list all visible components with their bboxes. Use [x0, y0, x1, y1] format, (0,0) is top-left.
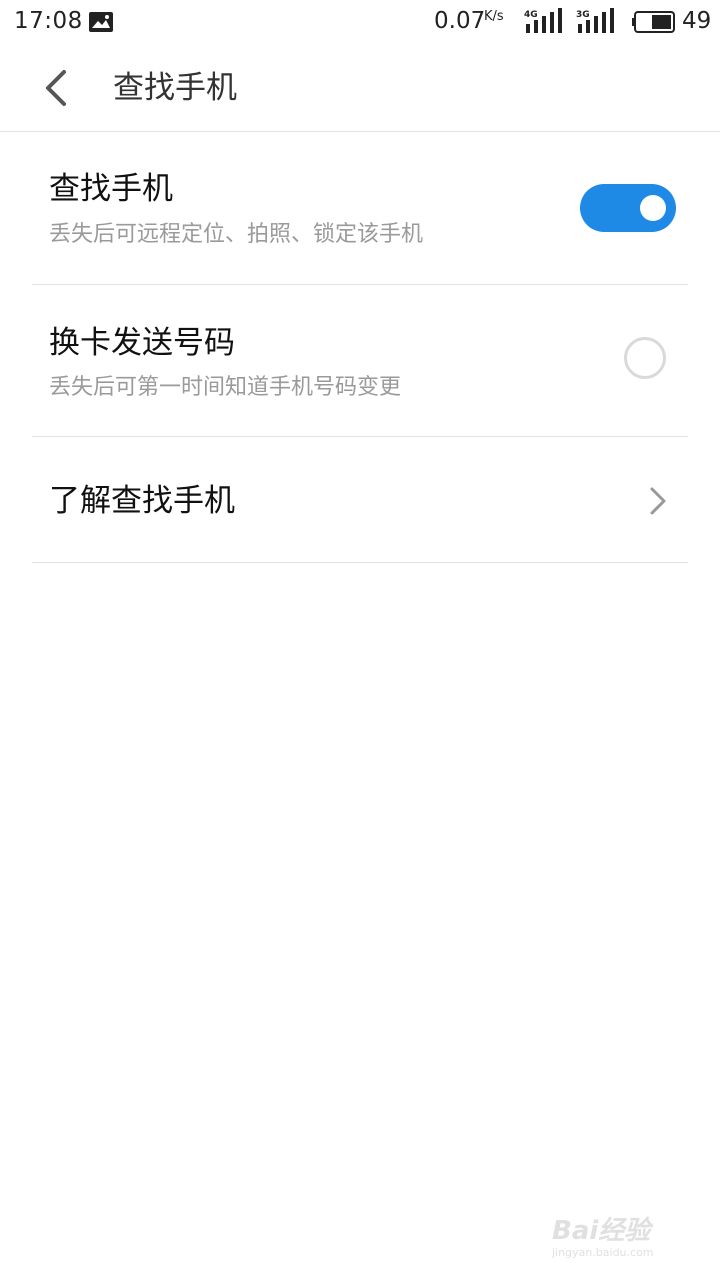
setting-title: 换卡发送号码 [49, 325, 235, 361]
back-button[interactable] [32, 64, 80, 112]
setting-title: 了解查找手机 [49, 483, 235, 519]
toggle-knob [640, 195, 666, 221]
sim-change-radio[interactable] [624, 337, 666, 379]
battery-icon [632, 11, 675, 33]
sim2-signal-icon: 3G [576, 8, 616, 34]
status-bar: 17:08 0.07 K/s 4G 3G 49 [0, 0, 720, 44]
settings-list: 查找手机 丢失后可远程定位、拍照、锁定该手机 换卡发送号码 丢失后可第一时间知道… [0, 132, 720, 563]
gallery-notification-icon [89, 12, 113, 32]
status-time: 17:08 [14, 8, 83, 34]
setting-find-phone[interactable]: 查找手机 丢失后可远程定位、拍照、锁定该手机 [32, 132, 688, 285]
top-app-bar: 查找手机 [0, 44, 720, 132]
sim1-network-type: 4G [524, 10, 538, 20]
watermark-logo-text: Bai经验 [552, 1216, 651, 1246]
network-speed-unit: K/s [484, 9, 504, 24]
battery-level: 49 [682, 8, 712, 34]
network-speed: 0.07 [434, 8, 486, 34]
back-chevron-icon [46, 70, 66, 106]
baidu-jingyan-watermark: Bai经验 jingyan.baidu.com [552, 1200, 702, 1270]
find-phone-toggle[interactable] [580, 184, 676, 232]
sim2-network-type: 3G [576, 10, 590, 20]
watermark-url: jingyan.baidu.com [552, 1246, 654, 1259]
chevron-right-icon [650, 487, 666, 515]
setting-sim-change-notify[interactable]: 换卡发送号码 丢失后可第一时间知道手机号码变更 [32, 285, 688, 437]
page-title: 查找手机 [113, 70, 237, 106]
setting-subtitle: 丢失后可第一时间知道手机号码变更 [49, 375, 402, 400]
setting-subtitle: 丢失后可远程定位、拍照、锁定该手机 [49, 222, 424, 247]
setting-title: 查找手机 [49, 171, 173, 207]
setting-learn-find-phone[interactable]: 了解查找手机 [32, 437, 688, 563]
sim1-signal-icon: 4G [524, 8, 564, 34]
